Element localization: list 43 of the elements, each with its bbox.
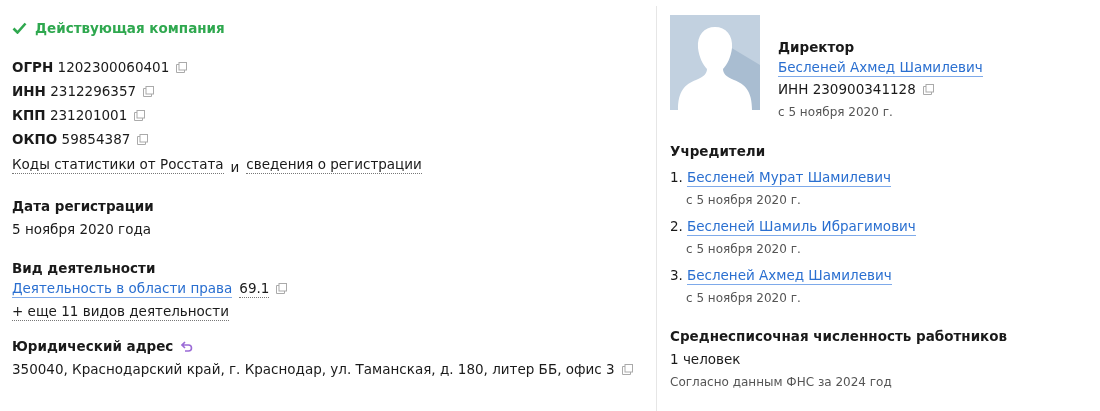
employee-count: 1 человек bbox=[670, 350, 742, 369]
joiner-text: и bbox=[230, 158, 240, 177]
section-title: Среднесписочная численность работников bbox=[670, 327, 1009, 346]
since-date: с 5 ноября 2020 г. bbox=[778, 104, 894, 121]
activity-link[interactable]: Деятельность в области права bbox=[12, 279, 233, 298]
registration-date: 5 ноября 2020 года bbox=[12, 220, 152, 239]
identifier-text: ОГРН 1202300060401 bbox=[12, 58, 170, 77]
director-inn: ИНН 230900341128 bbox=[778, 80, 916, 99]
section-title: Директор bbox=[778, 38, 856, 57]
identifier-text: ОКПО 59854387 bbox=[12, 130, 131, 149]
founder-link[interactable]: Бесленей Мурат Шамилевич bbox=[686, 167, 891, 187]
status-label: Действующая компания bbox=[12, 20, 656, 36]
list-number: 3. bbox=[670, 266, 683, 285]
copy-icon[interactable] bbox=[134, 109, 146, 121]
founder-link[interactable]: Бесленей Шамиль Ибрагимович bbox=[686, 216, 916, 236]
copy-icon[interactable] bbox=[276, 283, 288, 294]
activity-code: 69.1 bbox=[239, 279, 270, 298]
list-number: 1. bbox=[670, 168, 683, 187]
since-date: с 5 ноября 2020 г. bbox=[685, 241, 802, 258]
copy-icon[interactable] bbox=[621, 363, 633, 375]
identifier-text: ИНН 2312296357 bbox=[12, 82, 137, 101]
check-icon bbox=[12, 22, 27, 34]
director-link[interactable]: Бесленей Ахмед Шамилевич bbox=[778, 58, 983, 77]
list-number: 2. bbox=[670, 217, 683, 236]
avatar-icon bbox=[670, 15, 760, 110]
since-date: с 5 ноября 2020 г. bbox=[685, 192, 802, 209]
copy-icon[interactable] bbox=[137, 133, 149, 145]
address-text: 350040, Краснодарский край, г. Краснодар, ул. Таманская, д. 180, литер ББ, офис 3 bbox=[12, 360, 615, 379]
since-date: с 5 ноября 2020 г. bbox=[685, 290, 802, 307]
registration-link[interactable]: сведения о регистрации bbox=[246, 155, 422, 174]
stats-link[interactable]: Коды статистики от Росстата bbox=[12, 155, 224, 174]
section-title: Юридический адрес bbox=[12, 337, 174, 356]
section-title: Дата регистрации bbox=[12, 197, 155, 216]
copy-icon[interactable] bbox=[143, 85, 155, 97]
identifier-text: КПП 231201001 bbox=[12, 106, 128, 125]
founder-link[interactable]: Бесленей Ахмед Шамилевич bbox=[686, 265, 892, 285]
source-note: Согласно данным ФНС за 2024 год bbox=[670, 374, 893, 391]
copy-icon[interactable] bbox=[922, 83, 934, 95]
history-icon[interactable] bbox=[181, 340, 194, 352]
more-activities-link[interactable]: + еще 11 видов деятельности bbox=[12, 302, 229, 321]
copy-icon[interactable] bbox=[176, 61, 188, 73]
section-title: Учредители bbox=[670, 142, 767, 161]
section-title: Вид деятельности bbox=[12, 259, 157, 278]
